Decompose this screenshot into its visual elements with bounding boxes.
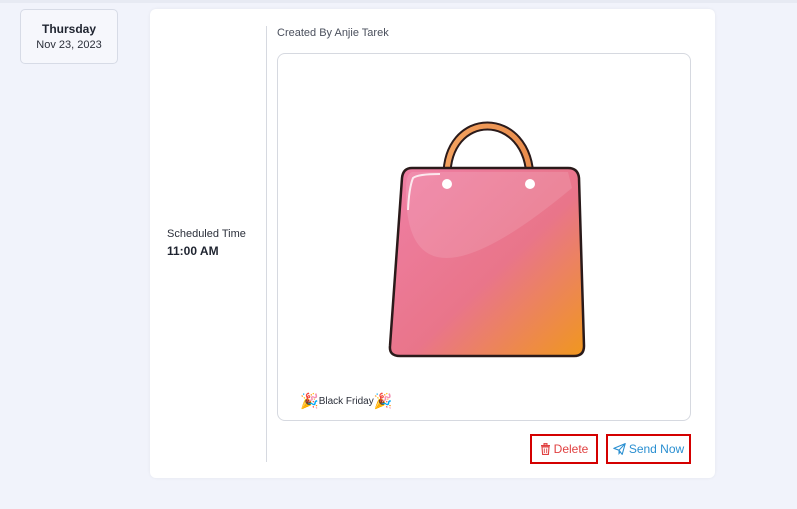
post-caption: 🎉 Black Friday 🎉 (300, 394, 392, 409)
scheduled-time-block: Scheduled Time 11:00 AM (167, 228, 246, 258)
created-by-text: Created By Anjie Tarek (277, 27, 389, 39)
party-popper-icon: 🎉 (300, 393, 319, 410)
scheduled-post-card: Scheduled Time 11:00 AM Created By Anjie… (150, 9, 715, 478)
vertical-divider (266, 26, 267, 462)
date-full: Nov 23, 2023 (36, 39, 102, 51)
delete-label: Delete (553, 442, 589, 456)
scheduled-time-label: Scheduled Time (167, 228, 246, 240)
date-card: Thursday Nov 23, 2023 (20, 9, 118, 64)
delete-button[interactable]: Delete (530, 434, 598, 464)
send-now-button[interactable]: Send Now (606, 434, 691, 464)
party-popper-icon: 🎉 (373, 393, 393, 410)
caption-text: Black Friday (318, 396, 374, 407)
send-now-label: Send Now (628, 442, 685, 456)
paper-plane-icon (613, 443, 626, 455)
post-preview: 🎉 Black Friday 🎉 (277, 53, 691, 421)
scheduled-time-value: 11:00 AM (167, 244, 219, 258)
date-day: Thursday (41, 22, 96, 36)
trash-icon (540, 443, 550, 455)
shopping-bag-image (388, 121, 586, 358)
top-strip (0, 0, 797, 3)
